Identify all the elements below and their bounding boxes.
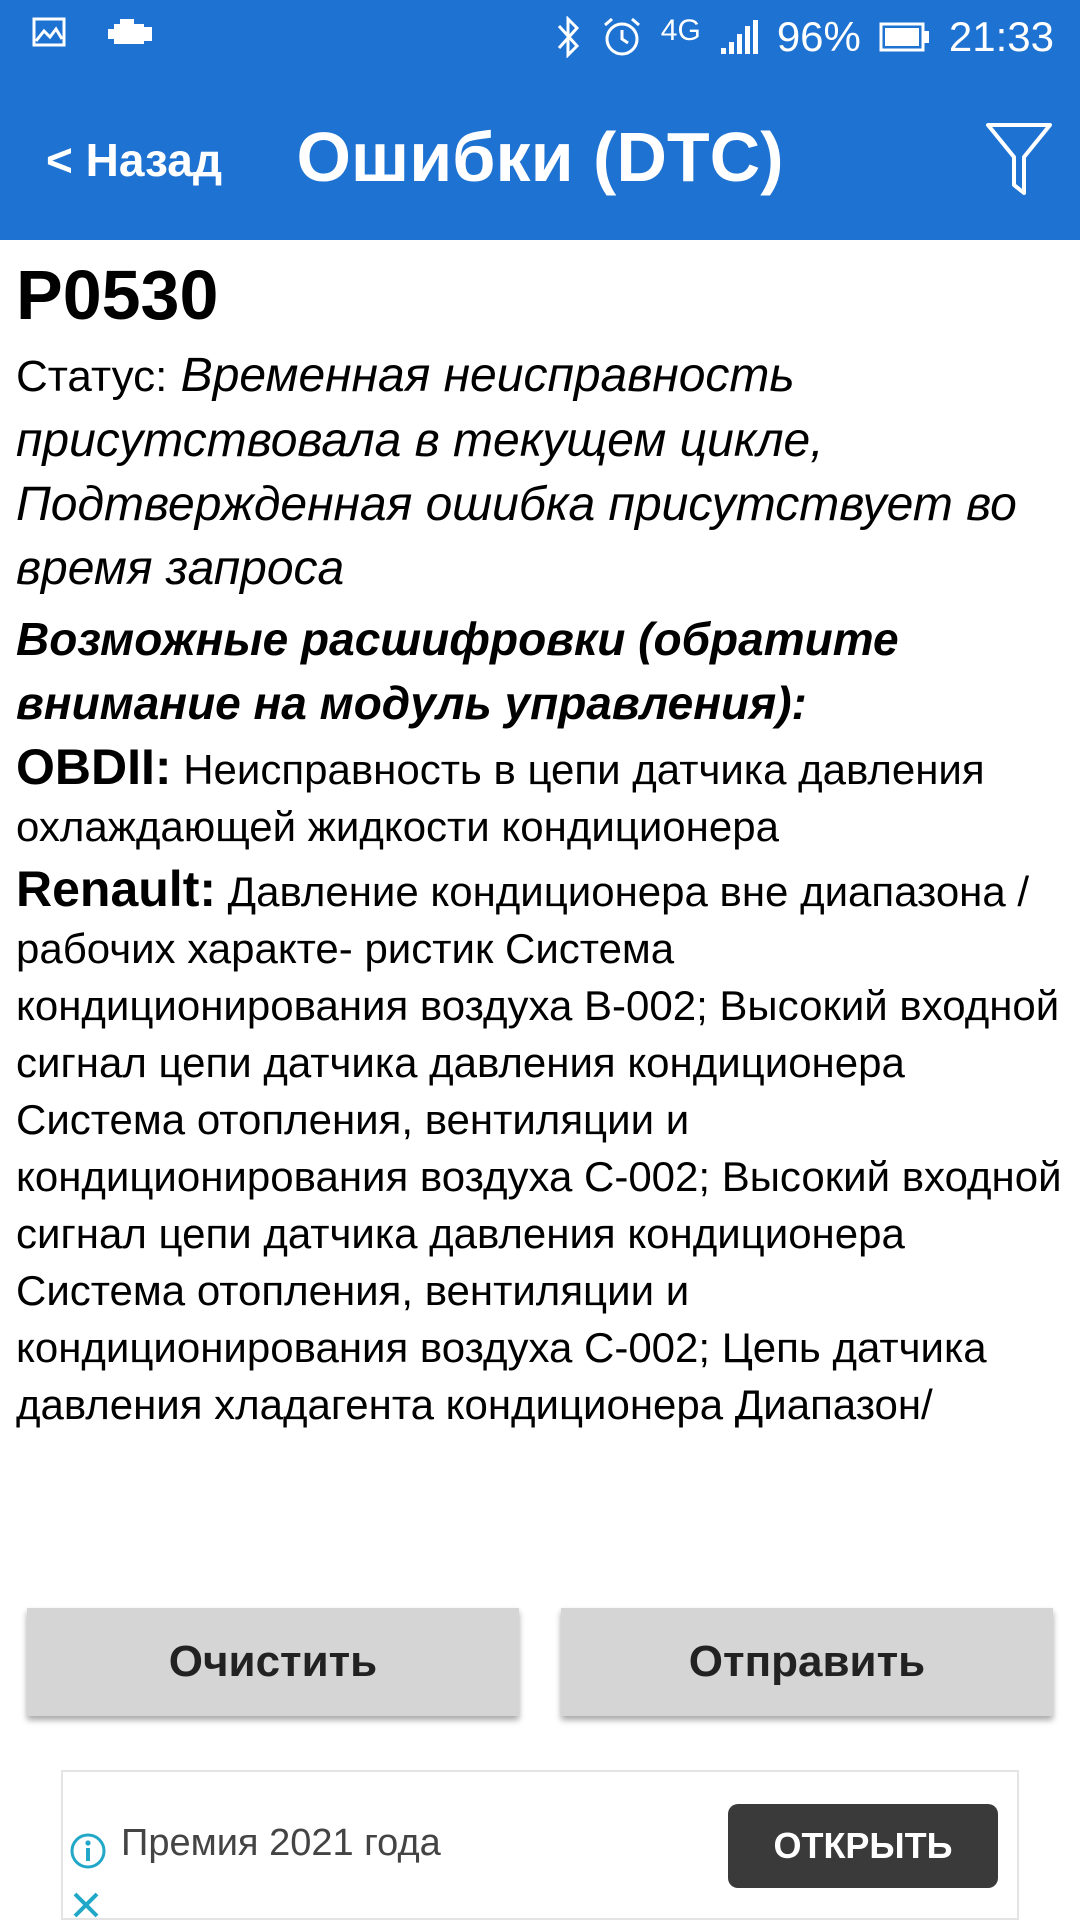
dtc-code: P0530: [16, 256, 219, 334]
clock: 21:33: [948, 13, 1054, 60]
send-button[interactable]: Отправить: [561, 1608, 1053, 1716]
status-right: 4G 96% 21:33: [553, 12, 1054, 62]
battery-percent: 96%: [776, 13, 861, 60]
status-value: Временная неисправность присутствовала в…: [16, 349, 1017, 595]
bluetooth-icon: [553, 16, 583, 58]
clear-button[interactable]: Очистить: [27, 1608, 519, 1716]
filter-icon[interactable]: [984, 119, 1054, 199]
battery-icon: [879, 21, 931, 53]
signal-icon: [719, 18, 759, 56]
status-bar: 4G 96% 21:33: [0, 0, 1080, 75]
entry-text: Давление кондиционера вне диапазона / ра…: [16, 868, 1062, 1428]
dtc-details[interactable]: P0530 Статус: Временная неисправность пр…: [16, 252, 1068, 1550]
alarm-icon: [601, 16, 643, 58]
status-label: Статус:: [16, 352, 168, 401]
ad-banner[interactable]: Премия 2021 года ОТКРЫТЬ: [61, 1770, 1019, 1920]
status-left-icons: [32, 16, 156, 48]
ad-text: Премия 2021 года: [121, 1822, 441, 1864]
ad-open-button[interactable]: ОТКРЫТЬ: [728, 1804, 998, 1888]
entry-make: Renault:: [16, 861, 216, 917]
network-type: 4G: [660, 14, 701, 47]
gallery-icon: [32, 17, 66, 47]
decode-heading: Возможные расшифровки (обратите внимание…: [16, 613, 899, 729]
back-button[interactable]: < Назад: [46, 133, 222, 187]
decode-entry-obdii: OBDII: Неисправность в цепи датчика давл…: [16, 739, 1068, 855]
check-engine-icon: [106, 16, 156, 48]
app-bar: < Назад Ошибки (DTC): [0, 95, 1080, 225]
decode-entry-renault: Renault: Давление кондиционера вне диапа…: [16, 861, 1068, 1433]
top-app-bar: 4G 96% 21:33 < Назад Ошибки (DTC): [0, 0, 1080, 240]
entry-make: OBDII:: [16, 739, 172, 795]
info-icon[interactable]: [69, 1832, 107, 1875]
dtc-status: Статус: Временная неисправность присутст…: [16, 344, 1068, 601]
